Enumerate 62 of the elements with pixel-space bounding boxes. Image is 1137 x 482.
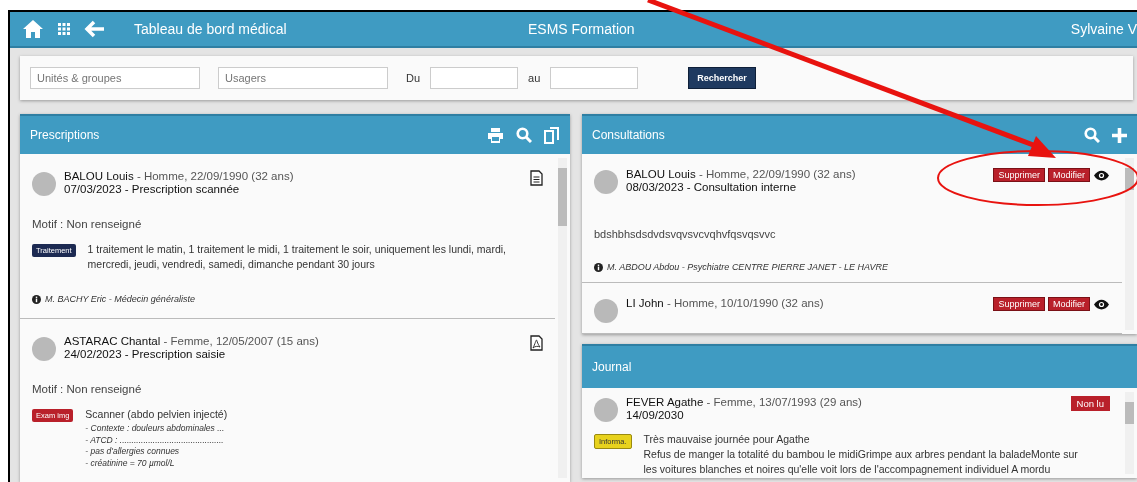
- eye-icon[interactable]: [1093, 169, 1110, 181]
- prescription-text: 1 traitement le matin, 1 traitement le midi, 1 traitement le soir, uniquement les lundi, mardi, mercredi, jeudi, vendredi, samedi, dimanche pendant 30 jours: [87, 242, 508, 273]
- panel-title: Prescriptions: [30, 128, 100, 142]
- avatar-placeholder: [32, 172, 56, 196]
- prescription-detail: - ATCD : ............................................: [85, 434, 225, 447]
- filter-field[interactable]: Unités & groupes: [30, 67, 200, 89]
- search-button[interactable]: Rechercher: [688, 67, 756, 89]
- prescription-date: 07/03/2023 - Prescription scannée: [64, 183, 241, 195]
- action-button[interactable]: Modifier: [1048, 297, 1090, 311]
- consultation-date: 08/03/2023 - Consultation interne: [626, 181, 798, 193]
- journal-text: les voitures blanches et noires qu'elle voit lors de l'accompagnement individuel A mordu: [643, 462, 1052, 478]
- avatar-placeholder: [32, 337, 56, 362]
- journal-date: 14/09/2030: [626, 409, 685, 421]
- patient-name: BALOU Louis - Homme, 22/09/1990 (32 ans): [64, 170, 295, 182]
- author-text: M. ABDOU Abdou - Psychiatre CENTRE PIERRE JANET - LE HAVRE: [607, 262, 888, 272]
- document-icon[interactable]: [530, 170, 543, 186]
- motif-text: Motif : Non renseigné: [32, 218, 143, 230]
- patient-name: FEVER Agathe - Femme, 13/07/1993 (29 ans): [626, 396, 863, 408]
- action-button[interactable]: Modifier: [1048, 168, 1090, 182]
- filter-field[interactable]: Usagers: [218, 67, 388, 89]
- panel-title: Consultations: [592, 128, 665, 142]
- patient-name: LI John - Homme, 10/10/1990 (32 ans): [626, 297, 825, 309]
- from-label: Du: [406, 72, 421, 84]
- motif-text: Motif : Non renseigné: [32, 383, 143, 396]
- print-icon[interactable]: [487, 127, 504, 143]
- avatar-placeholder: [594, 299, 618, 323]
- avatar-placeholder: [594, 398, 618, 422]
- page-title: Tableau de bord médical: [134, 21, 288, 37]
- author-text: M. BACHY Eric - Médecin généraliste: [45, 294, 195, 305]
- consultation-text: bdshbhsdsdvdsvqvsvcvqhvfqsvqsvvc: [594, 228, 777, 240]
- action-button[interactable]: Supprimer: [993, 168, 1045, 182]
- journal-text: Très mauvaise journée pour Agathe: [643, 432, 811, 447]
- scrollbar[interactable]: [1125, 392, 1134, 474]
- search-icon[interactable]: [1084, 127, 1100, 143]
- back-arrow-icon[interactable]: [84, 20, 106, 38]
- copy-icon[interactable]: [544, 126, 560, 144]
- action-button[interactable]: Supprimer: [993, 297, 1045, 311]
- info-icon: [32, 294, 41, 304]
- journal-text: Refus de manger la totalité du bambou le midiGrimpe aux arbres pendant la baladeMonte sur: [643, 447, 1078, 463]
- apps-grid-icon[interactable]: [58, 23, 70, 35]
- search-icon[interactable]: [516, 127, 532, 143]
- avatar-placeholder: [594, 170, 618, 194]
- date-field[interactable]: [430, 67, 519, 89]
- patient-name: BALOU Louis - Homme, 22/09/1990 (32 ans): [626, 168, 857, 180]
- pdf-icon[interactable]: [530, 335, 543, 352]
- prescription-detail: - Contexte : douleurs abdominales ...: [85, 422, 226, 435]
- eye-icon[interactable]: [1093, 298, 1110, 310]
- info-icon: [594, 262, 603, 272]
- patient-name: ASTARAC Chantal - Femme, 12/05/2007 (15 ans): [64, 335, 320, 348]
- date-field[interactable]: [550, 67, 639, 89]
- organization-name: ESMS Formation: [528, 21, 636, 37]
- scrollbar[interactable]: [1125, 158, 1134, 330]
- status-badge: Non lu: [1070, 396, 1110, 411]
- prescription-text: Scanner (abdo pelvien injecté): [85, 407, 228, 423]
- scrollbar[interactable]: [558, 158, 567, 478]
- prescription-detail: - pas d'allergies connues: [85, 446, 181, 459]
- plus-icon[interactable]: [1112, 127, 1127, 143]
- prescription-date: 24/02/2023 - Prescription saisie: [64, 348, 227, 361]
- panel-title: Journal: [592, 360, 632, 374]
- prescription-detail: - créatinine = 70 µmol/L: [85, 458, 176, 471]
- home-icon[interactable]: [22, 19, 44, 39]
- to-label: au: [528, 72, 541, 84]
